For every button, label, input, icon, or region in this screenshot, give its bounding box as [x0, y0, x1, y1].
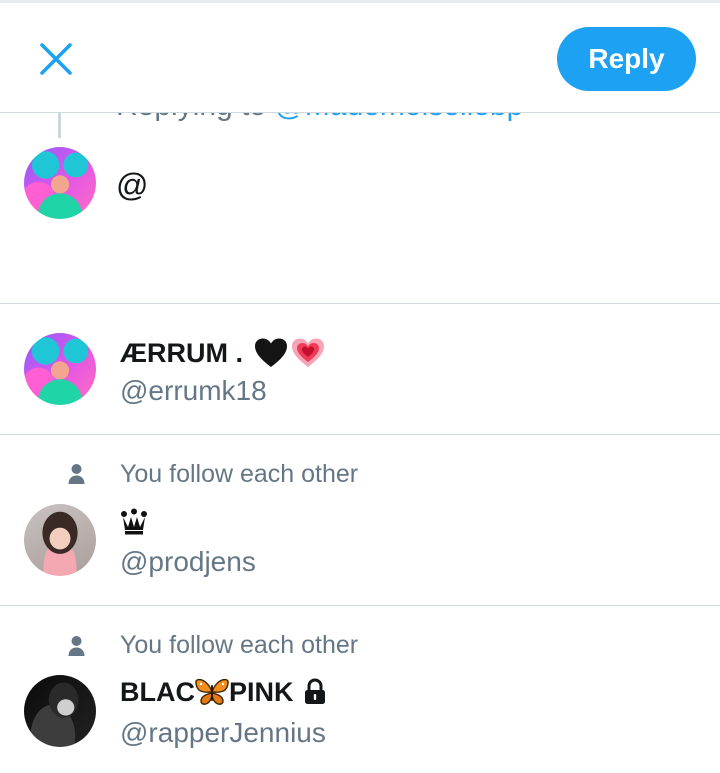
black-heart-icon [255, 338, 287, 367]
crown-icon [121, 508, 147, 535]
user-handle: @prodjens [120, 546, 256, 577]
growing-heart-icon [292, 338, 324, 367]
avatar [24, 504, 96, 576]
user-handle: @rapperJennius [120, 717, 326, 748]
user-name: ÆRRUM . [120, 335, 326, 371]
top-strip [0, 0, 720, 3]
person-icon [68, 464, 85, 484]
close-button[interactable] [30, 36, 82, 82]
thread-line [58, 113, 61, 138]
compose-input[interactable]: @ [116, 167, 148, 204]
divider [0, 605, 720, 606]
user-name-text-end: PINK [229, 676, 294, 707]
user-name [120, 505, 148, 539]
lock-icon [304, 678, 325, 704]
avatar [24, 147, 96, 219]
follow-status: You follow each other [120, 460, 359, 488]
replying-to: Replying to @Mademoisellebp [0, 113, 720, 129]
butterfly-icon [195, 678, 229, 705]
divider [0, 303, 720, 304]
avatar [24, 333, 96, 405]
user-name-text-start: BLAC [120, 676, 195, 707]
user-name: BLAC PINK [120, 675, 328, 709]
user-name-text: ÆRRUM . [120, 337, 243, 368]
replying-to-handle[interactable]: @Mademoisellebp [274, 113, 523, 122]
avatar [24, 675, 96, 747]
divider [0, 434, 720, 435]
follow-status: You follow each other [120, 631, 359, 659]
replying-to-prefix: Replying to [116, 113, 274, 122]
close-icon [40, 43, 72, 75]
person-icon [68, 636, 85, 656]
user-handle: @errumk18 [120, 375, 267, 406]
reply-button[interactable]: Reply [557, 27, 696, 91]
